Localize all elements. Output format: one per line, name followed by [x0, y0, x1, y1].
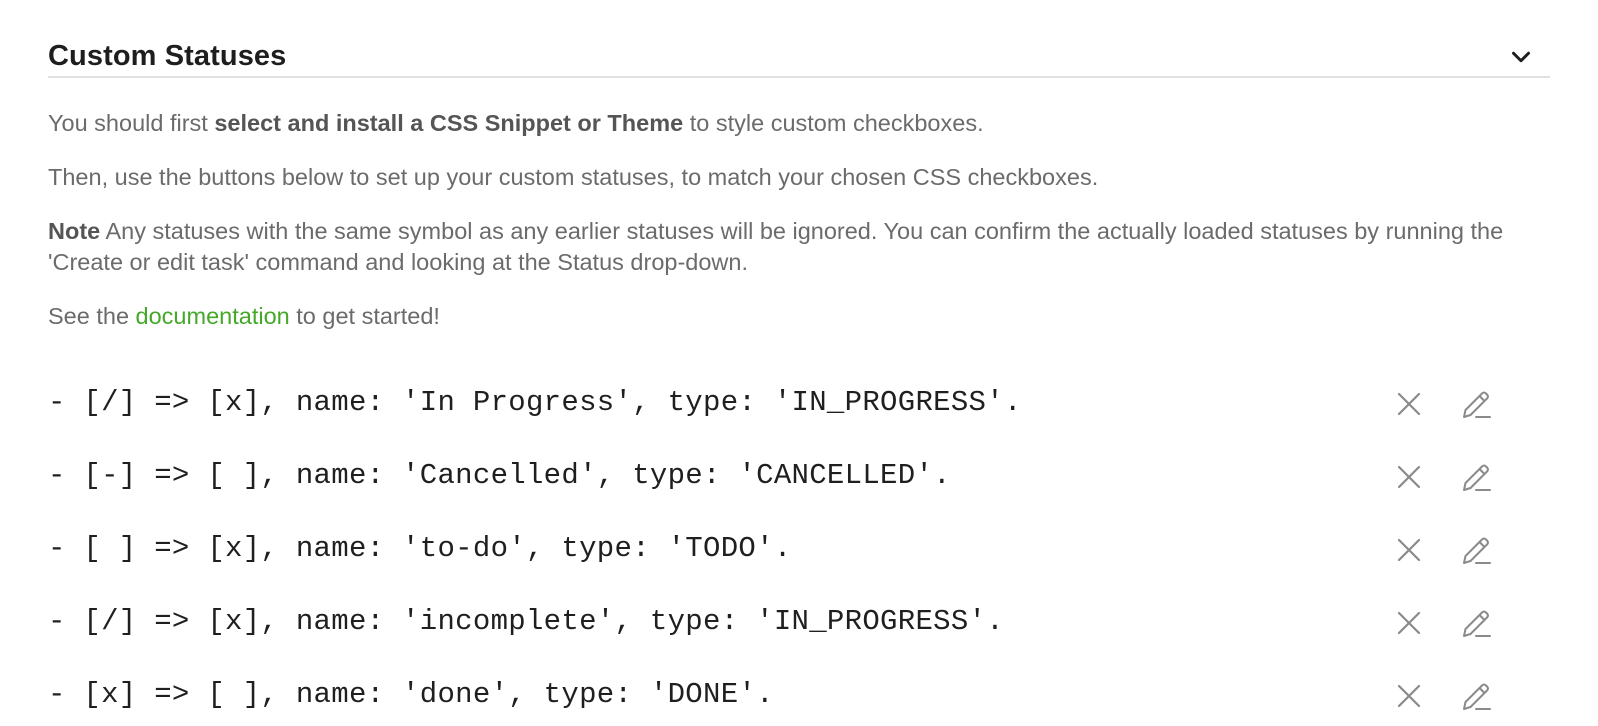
edit-status-button[interactable] — [1456, 530, 1496, 570]
note-paragraph: Note Any statuses with the same symbol a… — [48, 218, 1504, 275]
delete-status-button[interactable] — [1389, 457, 1429, 497]
edit-status-button[interactable] — [1456, 676, 1496, 716]
status-definition: - [/] => [x], name: 'incomplete', type: … — [48, 605, 1004, 638]
chevron-down-icon — [1512, 51, 1530, 63]
intro-emphasis: select and install a CSS Snippet or Them… — [214, 110, 684, 136]
section-title: Custom Statuses — [48, 40, 287, 72]
note-label: Note — [48, 218, 101, 244]
status-definition: - [x] => [ ], name: 'done', type: 'DONE'… — [48, 678, 774, 711]
delete-status-button[interactable] — [1389, 676, 1429, 716]
status-row: - [ ] => [x], name: 'to-do', type: 'TODO… — [48, 520, 1550, 580]
documentation-link[interactable]: documentation — [136, 303, 290, 329]
edit-status-button[interactable] — [1456, 457, 1496, 497]
edit-status-button[interactable] — [1456, 603, 1496, 643]
documentation-paragraph: See the documentation to get started! — [48, 303, 440, 329]
status-definition: - [/] => [x], name: 'In Progress', type:… — [48, 386, 1022, 419]
close-icon — [1397, 611, 1421, 635]
status-row: - [-] => [ ], name: 'Cancelled', type: '… — [48, 447, 1550, 507]
intro-paragraph-1: You should first select and install a CS… — [48, 110, 984, 136]
delete-status-button[interactable] — [1389, 384, 1429, 424]
collapse-toggle[interactable] — [1506, 42, 1536, 72]
section-header: Custom Statuses — [48, 38, 1550, 78]
pencil-icon — [1463, 683, 1491, 710]
close-icon — [1397, 684, 1421, 708]
status-definition: - [ ] => [x], name: 'to-do', type: 'TODO… — [48, 532, 792, 565]
close-icon — [1397, 465, 1421, 489]
close-icon — [1397, 538, 1421, 562]
delete-status-button[interactable] — [1389, 530, 1429, 570]
intro-paragraph-2: Then, use the buttons below to set up yo… — [48, 164, 1099, 190]
status-row: - [/] => [x], name: 'In Progress', type:… — [48, 374, 1550, 434]
status-row: - [x] => [ ], name: 'done', type: 'DONE'… — [48, 666, 1550, 726]
pencil-icon — [1463, 537, 1491, 564]
pencil-icon — [1463, 391, 1491, 418]
close-icon — [1397, 392, 1421, 416]
edit-status-button[interactable] — [1456, 384, 1496, 424]
pencil-icon — [1463, 464, 1491, 491]
status-row: - [/] => [x], name: 'incomplete', type: … — [48, 593, 1550, 653]
pencil-icon — [1463, 610, 1491, 637]
status-definition: - [-] => [ ], name: 'Cancelled', type: '… — [48, 459, 951, 492]
delete-status-button[interactable] — [1389, 603, 1429, 643]
